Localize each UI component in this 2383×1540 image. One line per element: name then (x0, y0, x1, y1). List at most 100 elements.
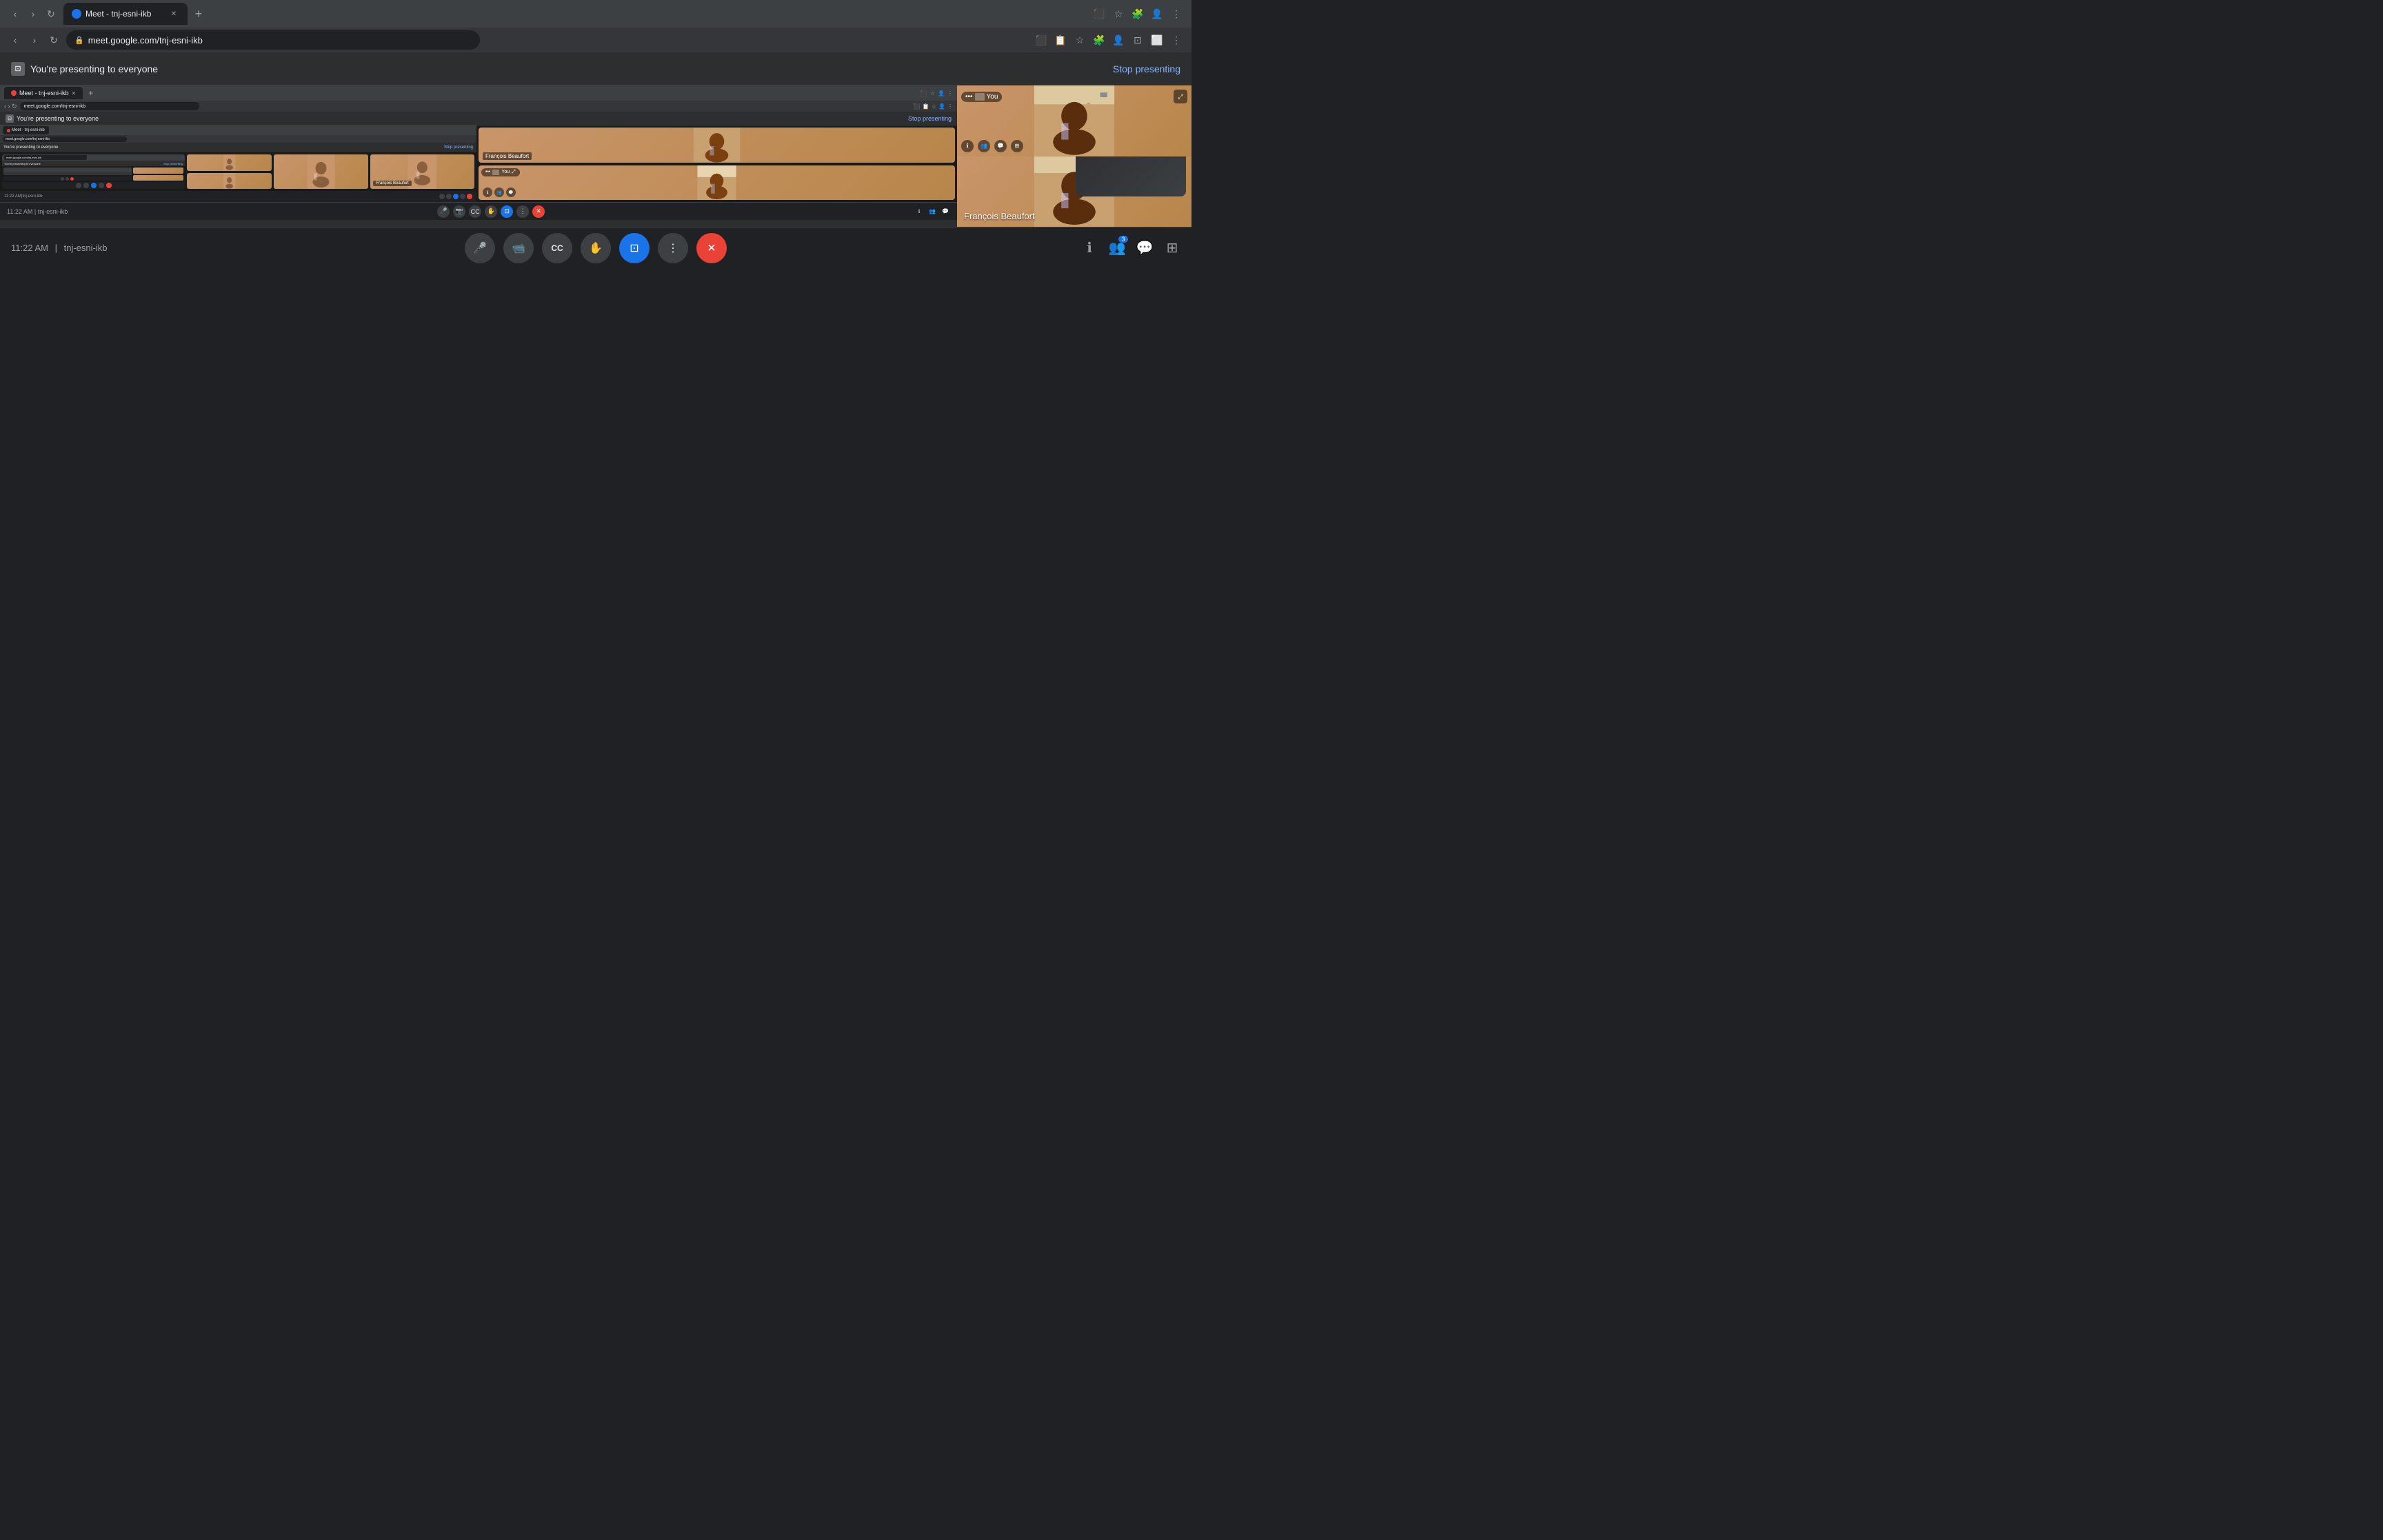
close-tab-button[interactable]: ✕ (168, 8, 179, 19)
profile-icon[interactable]: 👤 (1150, 7, 1164, 21)
browser-toolbar-icons: ⬛ ☆ 🧩 👤 ⋮ (1092, 7, 1183, 21)
save-icon[interactable]: 📋 (1054, 33, 1067, 47)
mic-button[interactable]: 🎤 (465, 233, 495, 263)
inner-tile-francois-1: François Beaufort (479, 128, 955, 163)
inner-address-row-1: ‹ › ↻ meet.google.com/tnj-esni-ikb ⬛ 📋 ☆… (0, 101, 957, 112)
inner-chat-icon: 💬 (941, 207, 950, 216)
meet-content: Meet - tnj-esni-ikb ✕ + ⬛ ☆ 👤 ⋮ ‹ › ↻ me… (0, 85, 1192, 227)
francois-info-icon[interactable]: ℹ (961, 140, 974, 152)
present-button[interactable]: ⊡ (619, 233, 650, 263)
address-bar[interactable]: 🔒 meet.google.com/tnj-esni-ikb (66, 30, 480, 50)
francois-tile-topbar: ••• You ⤢ (961, 90, 1187, 103)
deep-screen: meet.google.com/tnj-esni-ikb You're pres… (2, 154, 185, 189)
extensions-icon-2[interactable]: 🧩 (1092, 33, 1106, 47)
back-btn-2[interactable]: ‹ (8, 33, 22, 47)
cascade-tile-xl: François Beaufort (370, 154, 474, 189)
tiny-tiles (133, 168, 183, 181)
inner-bottom-2: 11:22 AM | tnj-esni-ikb (0, 191, 476, 202)
forward-btn-2[interactable]: › (28, 33, 41, 47)
deepest-content (2, 166, 185, 182)
inner-tile-name-1: François Beaufort (483, 152, 532, 160)
francois-people-icon[interactable]: 👥 (978, 140, 990, 152)
star-icon[interactable]: ☆ (1073, 33, 1087, 47)
stop-presenting-button[interactable]: Stop presenting (1113, 63, 1180, 74)
meeting-code: tnj-esni-ikb (64, 243, 108, 253)
people-icon[interactable]: 3 👥 (1109, 240, 1125, 256)
tab-title: Meet - tnj-esni-ikb (86, 9, 164, 19)
end-call-button[interactable]: ✕ (696, 233, 727, 263)
inner-more-btn[interactable]: ⋮ (516, 205, 529, 218)
francois-chat-icon[interactable]: 💬 (994, 140, 1007, 152)
camera-button[interactable]: 📹 (503, 233, 534, 263)
cascade-xl-name: François Beaufort (373, 181, 411, 186)
split-icon[interactable]: ⊡ (1131, 33, 1145, 47)
inner-screen-2: Meet - tnj-esni-ikb meet.google.com/tnj-… (0, 125, 476, 202)
cast-icon[interactable]: ⬛ (1092, 7, 1106, 21)
francois-tile-expand[interactable]: ⤢ (1174, 90, 1187, 103)
extensions-icon[interactable]: 🧩 (1131, 7, 1145, 21)
inner-hand-btn[interactable]: ✋ (485, 205, 497, 218)
active-tab[interactable]: Meet - tnj-esni-ikb ✕ (63, 3, 188, 25)
cascade-tile-2 (187, 173, 272, 190)
back-button[interactable]: ‹ (8, 7, 22, 21)
bottom-right-icons: ℹ 3 👥 💬 ⊞ (1081, 240, 1180, 256)
inner-cam-btn[interactable]: 📷 (453, 205, 465, 218)
refresh-btn-2[interactable]: ↻ (47, 33, 61, 47)
francois-activities-icon[interactable]: ⊞ (1011, 140, 1023, 152)
inner-presenting-2: You're presenting to everyone (3, 145, 58, 150)
cast-icon-2[interactable]: ⬛ (1034, 33, 1048, 47)
inner-tile-topbar: ••• You ⤢ (481, 168, 952, 176)
more-options-button[interactable]: ⋮ (658, 233, 688, 263)
francois-tile-bottombar: ℹ 👥 💬 ⊞ (961, 140, 1187, 152)
right-panel: ••• You ⤢ ℹ 👥 💬 ⊞ (957, 85, 1192, 227)
inner-mic-btn[interactable]: 🎤 (437, 205, 450, 218)
meet-top-bar: ⊡ You're presenting to everyone Stop pre… (0, 52, 1192, 85)
bottom-meeting-info: 11:22 AM | tnj-esni-ikb (11, 243, 107, 253)
menu-icon[interactable]: ⋮ (1169, 7, 1183, 21)
chat-icon[interactable]: 💬 (1136, 240, 1153, 256)
inner-tile-bottombar: ℹ 👥 💬 (483, 188, 951, 197)
account-icon[interactable]: ⬜ (1150, 33, 1164, 47)
tiny-tile-2 (133, 175, 183, 181)
you-label-inner: You (501, 170, 510, 174)
info-icon[interactable]: ℹ (1081, 240, 1098, 256)
profile-icon-2[interactable]: 👤 (1112, 33, 1125, 47)
inner-present-btn[interactable]: ⊡ (501, 205, 513, 218)
inner-time-2: 11:22 AM (4, 194, 21, 199)
address-bar-icons: ⬛ 📋 ☆ 🧩 👤 ⊡ ⬜ ⋮ (1034, 33, 1183, 47)
presenting-text: You're presenting to everyone (30, 63, 158, 74)
francois-tile-menu[interactable]: ••• You (961, 92, 1002, 102)
inner-tab-1: Meet - tnj-esni-ikb ✕ (4, 87, 83, 99)
francois-tile-icons: ℹ 👥 💬 ⊞ (961, 140, 1023, 152)
inner-url-1: meet.google.com/tnj-esni-ikb (24, 104, 86, 109)
new-tab-button[interactable]: + (190, 6, 207, 22)
shared-screen-view: Meet - tnj-esni-ikb ✕ + ⬛ ☆ 👤 ⋮ ‹ › ↻ me… (0, 85, 957, 227)
browser-chrome: ‹ › ↻ Meet - tnj-esni-ikb ✕ + ⬛ ☆ 🧩 👤 ⋮ (0, 0, 1192, 28)
inner-code-2: tnj-esni-ikb (22, 194, 42, 199)
address-bar-row: ‹ › ↻ 🔒 meet.google.com/tnj-esni-ikb ⬛ 📋… (0, 28, 1192, 52)
presenting-notice: ⊡ You're presenting to everyone (11, 62, 158, 76)
inner-meet-bar-1: ⊡ You're presenting to everyone Stop pre… (0, 112, 957, 125)
inner-end-btn[interactable]: ✕ (532, 205, 545, 218)
present-screen-icon: ⊡ (11, 62, 25, 76)
inner-content-1: Meet - tnj-esni-ikb meet.google.com/tnj-… (0, 125, 957, 202)
captions-button[interactable]: CC (542, 233, 572, 263)
inner-cc-btn[interactable]: CC (469, 205, 481, 218)
bookmark-icon[interactable]: ☆ (1112, 7, 1125, 21)
inner-presenting-1: You're presenting to everyone (17, 115, 99, 122)
raise-hand-button[interactable]: ✋ (581, 233, 611, 263)
cascade-tile-1 (187, 154, 272, 171)
deepest-screen-preview (3, 168, 132, 181)
inner-stop-2: Stop presenting (444, 145, 473, 150)
inner-tab-title-1: Meet - tnj-esni-ikb (19, 90, 69, 97)
refresh-button[interactable]: ↻ (44, 7, 58, 21)
inner-tab-2: Meet - tnj-esni-ikb (12, 128, 45, 132)
meeting-time: 11:22 AM (11, 243, 48, 253)
deepest-presenting: You're presenting to everyone (4, 162, 41, 165)
inner-info-icon: ℹ (914, 207, 924, 216)
tiny-tile-1 (133, 168, 183, 174)
forward-button[interactable]: › (26, 7, 40, 21)
menu-icon-2[interactable]: ⋮ (1169, 33, 1183, 47)
inner-browser-2: Meet - tnj-esni-ikb (0, 125, 476, 135)
activities-icon[interactable]: ⊞ (1164, 240, 1180, 256)
